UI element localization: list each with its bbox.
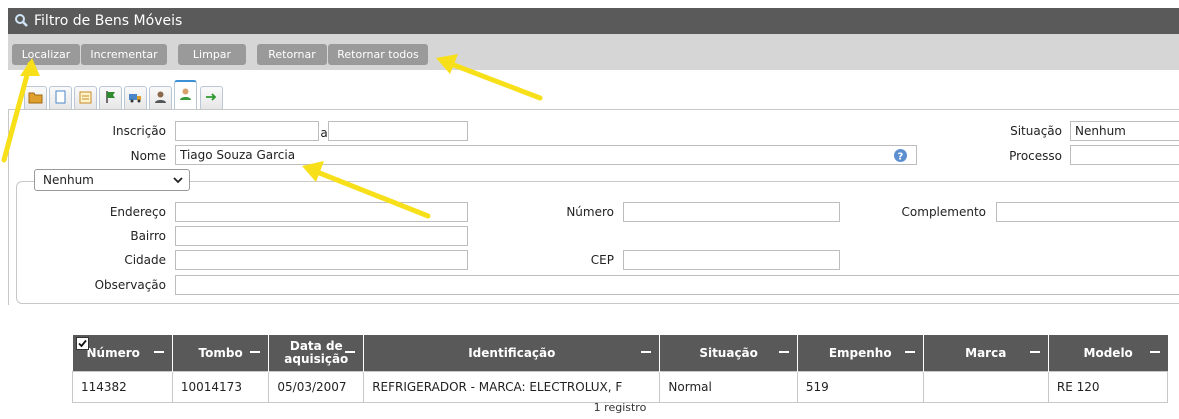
- incrementar-button[interactable]: Incrementar: [81, 44, 167, 65]
- collapse-icon[interactable]: [345, 351, 356, 353]
- nome-input[interactable]: [175, 145, 917, 165]
- cell-marca: [922, 371, 1049, 403]
- collapse-icon[interactable]: [904, 351, 915, 353]
- collapse-icon[interactable]: [250, 351, 261, 353]
- select-all-checkbox[interactable]: [75, 337, 89, 350]
- svg-text:?: ?: [898, 152, 904, 163]
- situacao-select[interactable]: Nenhum: [1070, 121, 1179, 141]
- table-row[interactable]: 114382 10014173 05/03/2007 REFRIGERADOR …: [72, 371, 1169, 403]
- retornar-todos-button[interactable]: Retornar todos: [328, 44, 428, 65]
- limpar-button[interactable]: Limpar: [178, 44, 246, 65]
- arrow-right-icon: [206, 93, 217, 101]
- collapse-icon[interactable]: [153, 351, 164, 353]
- numero-input[interactable]: [623, 202, 840, 222]
- endereco-input[interactable]: [175, 202, 468, 222]
- person-dark-icon: [155, 91, 166, 103]
- observacao-input[interactable]: [175, 275, 1179, 295]
- col-modelo[interactable]: Modelo: [1048, 335, 1168, 372]
- complemento-label: Complemento: [901, 205, 986, 219]
- window-title: Filtro de Bens Móveis: [34, 13, 183, 29]
- address-type-select[interactable]: Nenhum: [34, 169, 190, 191]
- cep-label: CEP: [590, 253, 614, 267]
- col-marca-label: Marca: [965, 346, 1007, 360]
- cell-numero: 114382: [72, 371, 173, 403]
- collapse-icon[interactable]: [1029, 351, 1040, 353]
- inscricao-from-input[interactable]: [175, 121, 319, 141]
- processo-label: Processo: [1009, 149, 1062, 163]
- col-tombo-label: Tombo: [198, 346, 243, 360]
- chevron-down-icon: [173, 177, 183, 184]
- collapse-icon[interactable]: [778, 351, 789, 353]
- folder-icon: [28, 92, 43, 104]
- cell-tombo: 10014173: [171, 371, 270, 403]
- inscricao-label: Inscrição: [112, 124, 166, 138]
- tab-next[interactable]: [200, 86, 223, 109]
- col-empenho-label: Empenho: [828, 346, 892, 360]
- col-modelo-label: Modelo: [1083, 346, 1133, 360]
- complemento-input[interactable]: [996, 202, 1179, 222]
- localizar-button[interactable]: Localizar: [12, 44, 80, 65]
- tab-flag[interactable]: [99, 86, 122, 109]
- col-empenho[interactable]: Empenho: [797, 335, 924, 372]
- processo-input[interactable]: [1070, 145, 1179, 165]
- col-numero-label: Número: [86, 346, 140, 360]
- retornar-button[interactable]: Retornar: [257, 44, 327, 65]
- col-marca[interactable]: Marca: [923, 335, 1049, 372]
- search-icon: [14, 8, 30, 34]
- document-icon: [55, 90, 66, 104]
- toolbar: Localizar Incrementar Limpar Retornar Re…: [8, 34, 1179, 70]
- bairro-label: Bairro: [130, 229, 166, 243]
- bairro-input[interactable]: [175, 226, 468, 246]
- tab-person-dark[interactable]: [149, 86, 172, 109]
- col-numero[interactable]: Número: [72, 335, 173, 372]
- cidade-input[interactable]: [175, 250, 468, 270]
- cell-empenho: 519: [796, 371, 924, 403]
- truck-icon: [129, 94, 141, 103]
- col-situacao-label: Situação: [699, 346, 758, 360]
- tab-truck[interactable]: [124, 86, 147, 109]
- col-identificacao[interactable]: Identificação: [363, 335, 661, 372]
- tab-notepad[interactable]: [74, 86, 97, 109]
- tab-person-green[interactable]: [174, 80, 197, 110]
- col-tombo[interactable]: Tombo: [172, 335, 270, 372]
- results-table: Número Tombo Data de aquisição Identific…: [72, 335, 1169, 403]
- endereco-label: Endereço: [109, 205, 166, 219]
- window-titlebar: Filtro de Bens Móveis: [8, 8, 1179, 34]
- collapse-icon[interactable]: [1149, 351, 1160, 353]
- cell-data-aquisicao: 05/03/2007: [268, 371, 365, 403]
- inscricao-to-input[interactable]: [328, 121, 468, 141]
- col-data-aquisicao-label: Data de aquisição: [284, 339, 349, 366]
- notepad-icon: [79, 91, 92, 104]
- nome-label: Nome: [130, 149, 166, 163]
- flag-icon: [106, 91, 115, 103]
- table-header-row: Número Tombo Data de aquisição Identific…: [72, 335, 1168, 372]
- cell-identificacao: REFRIGERADOR - MARCA: ELECTROLUX, F: [363, 371, 661, 403]
- cell-modelo: RE 120: [1047, 371, 1169, 403]
- col-situacao[interactable]: Situação: [659, 335, 798, 372]
- record-count: 1 registro: [593, 401, 647, 414]
- cidade-label: Cidade: [124, 253, 166, 267]
- numero-label: Número: [566, 205, 614, 219]
- person-green-icon: [180, 88, 191, 100]
- collapse-icon[interactable]: [641, 351, 652, 353]
- situacao-label: Situação: [1010, 124, 1062, 138]
- col-data-aquisicao[interactable]: Data de aquisição: [268, 335, 365, 372]
- help-icon[interactable]: ?: [894, 149, 907, 163]
- col-identificacao-label: Identificação: [468, 346, 556, 360]
- tab-document[interactable]: [49, 86, 72, 109]
- cell-situacao: Normal: [659, 371, 798, 403]
- tab-folder[interactable]: [24, 86, 47, 109]
- observacao-label: Observação: [94, 278, 166, 292]
- cep-input[interactable]: [623, 250, 840, 270]
